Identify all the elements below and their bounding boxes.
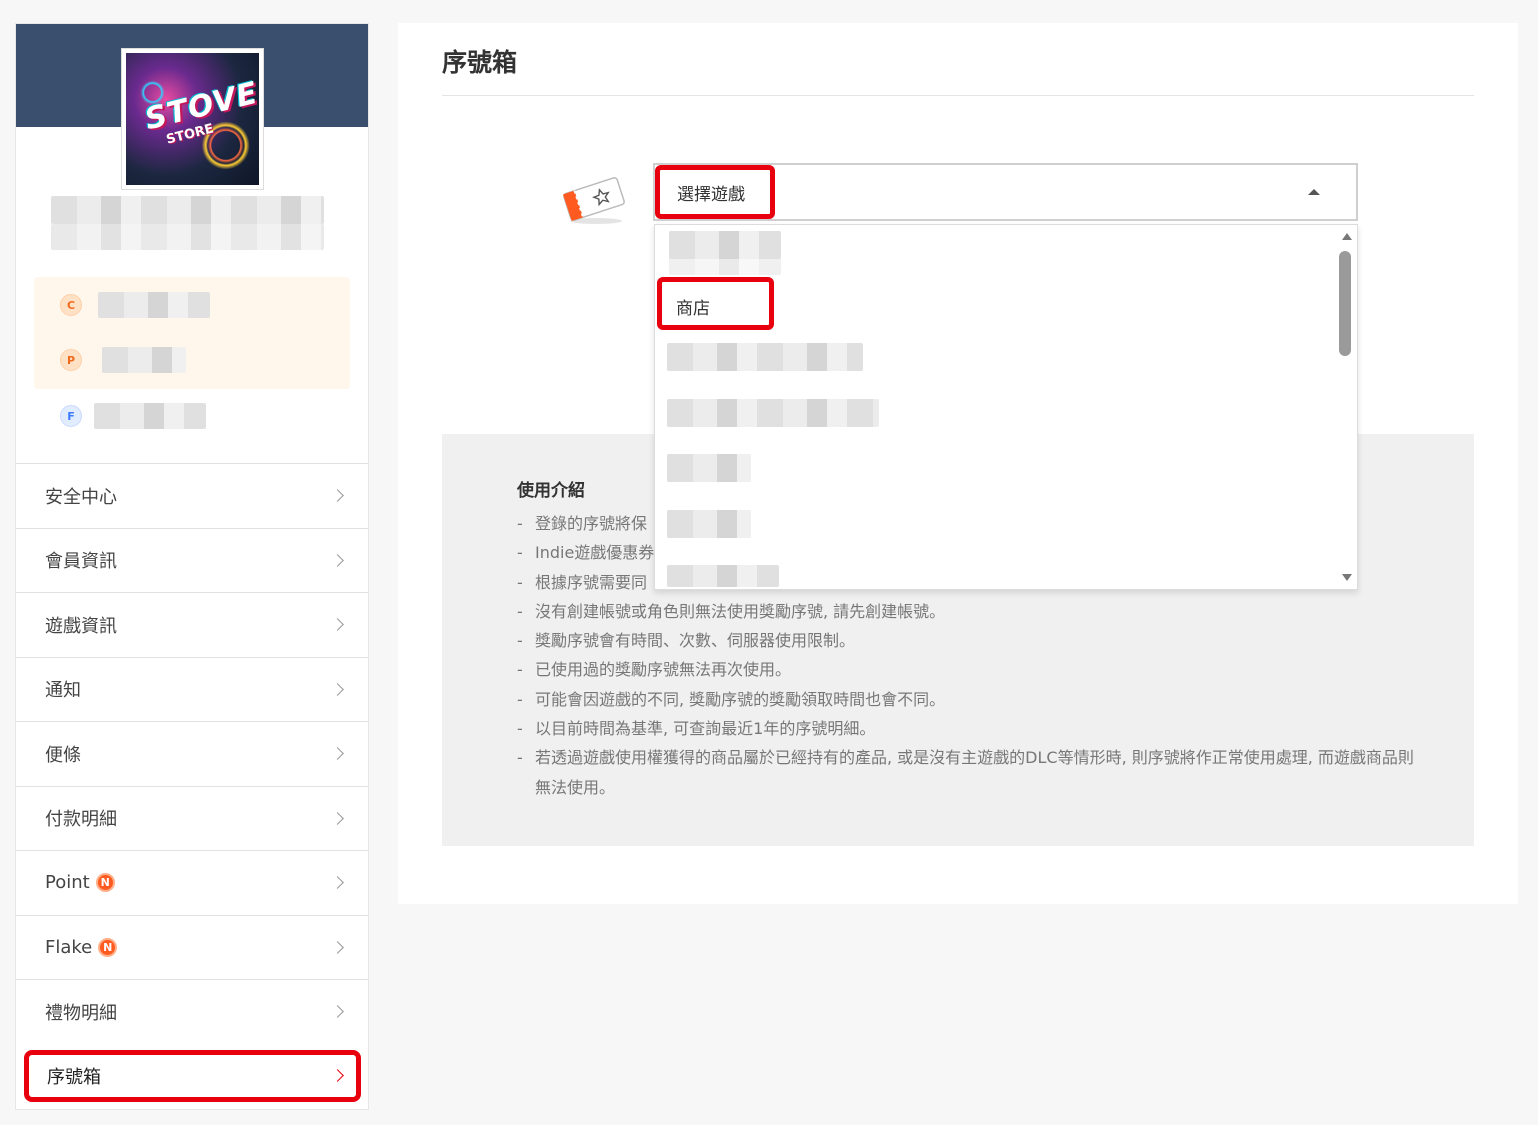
dropdown-option-store[interactable]: 商店 <box>676 294 710 319</box>
sidebar-item-label: 便條 <box>45 744 81 766</box>
dropdown-option-label: 商店 <box>676 299 710 319</box>
sidebar-item-flake[interactable]: Flake N <box>16 914 368 980</box>
game-select[interactable]: 選擇遊戲 <box>653 163 1358 221</box>
scroll-down-arrow-icon[interactable] <box>1342 574 1352 581</box>
sidebar: STOVE STORE C P F 安全中心 會員資訊 遊戲資訊 通知 便條 付… <box>15 23 369 1110</box>
game-dropdown-list: 商店 <box>654 224 1358 590</box>
list-item: - 以目前時間為基準, 可查詢最近1年的序號明細。 <box>517 719 876 739</box>
currency-value-redacted <box>98 292 210 318</box>
chevron-right-icon <box>331 876 344 890</box>
list-item: - 沒有創建帳號或角色則無法使用獎勵序號, 請先創建帳號。 <box>517 601 946 621</box>
sidebar-item-gift-history[interactable]: 禮物明細 <box>16 979 368 1044</box>
dropdown-option-redacted[interactable] <box>667 454 751 482</box>
sidebar-item-notes[interactable]: 便條 <box>16 721 368 786</box>
chevron-right-icon <box>331 1005 344 1019</box>
sidebar-menu: 安全中心 會員資訊 遊戲資訊 通知 便條 付款明細 Point N Flake … <box>16 463 368 1102</box>
c-coin-icon: C <box>60 294 82 316</box>
list-item: - 可能會因遊戲的不同, 獎勵序號的獎勵領取時間也會不同。 <box>517 689 946 709</box>
game-select-value: 選擇遊戲 <box>677 184 745 205</box>
dropdown-scrollbar[interactable] <box>1339 251 1351 356</box>
currency-value-redacted <box>102 347 186 373</box>
chevron-right-icon <box>331 682 344 696</box>
dropdown-option-redacted[interactable] <box>667 399 879 427</box>
chevron-right-icon <box>331 1069 344 1082</box>
sidebar-item-notifications[interactable]: 通知 <box>16 656 368 722</box>
sidebar-item-label: Point <box>45 872 90 894</box>
scroll-up-arrow-icon[interactable] <box>1342 233 1352 240</box>
sidebar-item-game-info[interactable]: 遊戲資訊 <box>16 592 368 657</box>
currency-row-f: F <box>60 403 206 429</box>
list-item: - 獎勵序號會有時間、次數、伺服器使用限制。 <box>517 631 856 651</box>
chevron-right-icon <box>331 811 344 825</box>
chevron-right-icon <box>331 553 344 567</box>
sidebar-item-label: 遊戲資訊 <box>45 615 117 637</box>
f-coin-icon: F <box>60 405 82 427</box>
sidebar-item-label: 安全中心 <box>45 486 117 508</box>
sidebar-item-coupon-box[interactable]: 序號箱 <box>24 1049 361 1102</box>
sidebar-item-security[interactable]: 安全中心 <box>16 463 368 528</box>
avatar: STOVE STORE <box>121 48 264 190</box>
sidebar-item-member-info[interactable]: 會員資訊 <box>16 527 368 593</box>
sidebar-item-label: 序號箱 <box>47 1066 101 1088</box>
sidebar-item-label: 會員資訊 <box>45 551 117 573</box>
chevron-right-icon <box>331 489 344 503</box>
chevron-right-icon <box>331 747 344 761</box>
dropdown-option-redacted[interactable] <box>667 343 863 371</box>
sidebar-item-label: Flake <box>45 936 93 958</box>
user-id-redacted <box>51 224 324 250</box>
dropdown-option-redacted[interactable] <box>669 231 781 259</box>
new-badge: N <box>95 873 115 893</box>
ticket-icon <box>563 177 625 224</box>
list-item: - 已使用過的獎勵序號無法再次使用。 <box>517 660 792 680</box>
sidebar-item-label: 通知 <box>45 680 81 702</box>
dropdown-option-redacted[interactable] <box>667 565 779 587</box>
page-title: 序號箱 <box>442 48 518 77</box>
caret-up-icon <box>1308 189 1320 195</box>
list-item: - 若透過遊戲使用權獲得的商品屬於已經持有的產品, 或是沒有主遊戲的DLC等情形時… <box>517 748 1414 797</box>
chevron-right-icon <box>331 940 344 954</box>
username-redacted <box>51 196 324 224</box>
main-panel: 序號箱 選擇遊戲 商店 使用介紹 - 登錄的序號將保 - Indie遊戲優惠券 … <box>398 23 1518 904</box>
avatar-image: STOVE STORE <box>126 53 259 185</box>
sidebar-item-label: 付款明細 <box>45 809 117 831</box>
new-badge: N <box>98 937 118 957</box>
currency-row-p: P <box>60 347 186 373</box>
currency-value-redacted <box>94 403 206 429</box>
chevron-right-icon <box>331 618 344 632</box>
dropdown-option-redacted[interactable] <box>667 510 751 538</box>
dropdown-option-redacted <box>669 257 781 275</box>
p-coin-icon: P <box>60 349 82 371</box>
sidebar-item-label: 禮物明細 <box>45 1002 117 1024</box>
sidebar-item-point[interactable]: Point N <box>16 850 368 915</box>
currency-row-c: C <box>60 292 210 318</box>
divider <box>442 95 1474 96</box>
sidebar-item-payment-history[interactable]: 付款明細 <box>16 785 368 851</box>
usage-info-title: 使用介紹 <box>517 481 585 501</box>
